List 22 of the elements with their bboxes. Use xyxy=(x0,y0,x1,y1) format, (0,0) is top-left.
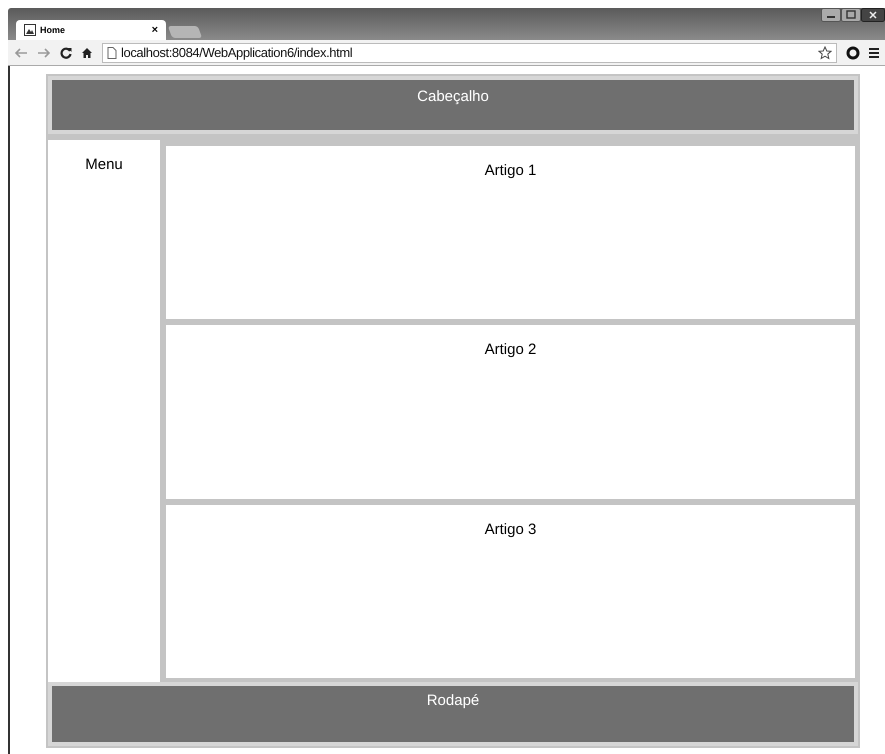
browser-tab[interactable]: Home × xyxy=(16,20,166,40)
page-footer: Rodapé xyxy=(48,682,858,746)
reload-icon[interactable] xyxy=(60,46,72,58)
minimize-icon[interactable] xyxy=(821,8,841,22)
address-bar[interactable]: localhost:8084/WebApplication6/index.html xyxy=(102,42,837,62)
page-header: Cabeçalho xyxy=(48,76,858,134)
page-icon xyxy=(107,46,117,58)
forward-icon[interactable] xyxy=(37,46,51,58)
article-title: Artigo 3 xyxy=(484,520,536,538)
article-title: Artigo 2 xyxy=(484,341,536,358)
picture-icon xyxy=(24,24,36,36)
article-title: Artigo 1 xyxy=(484,162,536,179)
tab-title: Home xyxy=(40,25,66,35)
menu-title: Menu xyxy=(85,156,123,173)
home-icon[interactable] xyxy=(81,46,93,58)
back-icon[interactable] xyxy=(14,46,28,58)
maximize-icon[interactable] xyxy=(841,8,861,22)
url-text: localhost:8084/WebApplication6/index.html xyxy=(121,45,352,60)
menu-icon[interactable] xyxy=(869,46,879,58)
star-icon[interactable] xyxy=(818,46,832,60)
tab-close-button[interactable]: × xyxy=(152,24,158,36)
close-icon[interactable] xyxy=(861,8,885,22)
